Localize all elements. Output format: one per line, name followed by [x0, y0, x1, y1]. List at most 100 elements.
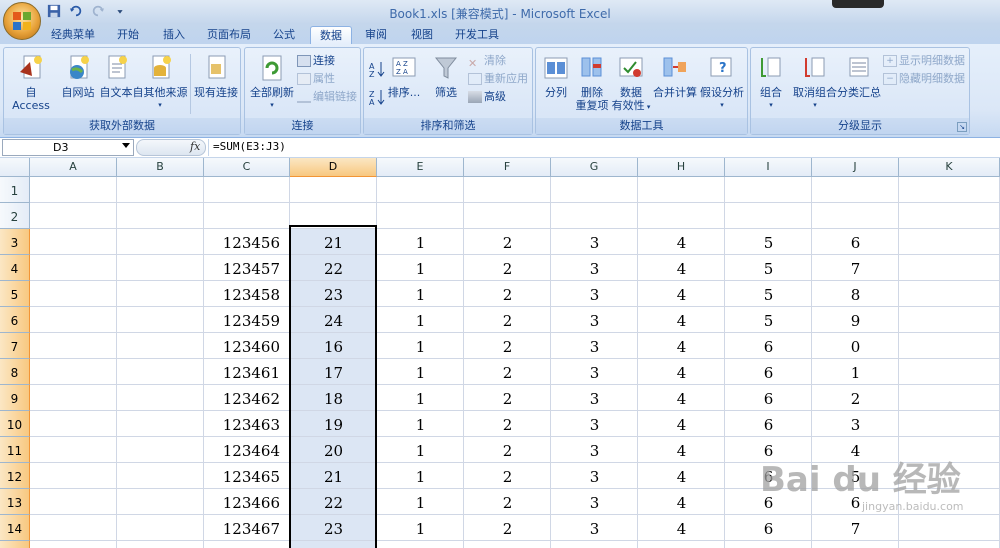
cell-g5[interactable]: 3	[551, 281, 638, 307]
reapply-button[interactable]: 重新应用	[468, 70, 528, 87]
cell-f15[interactable]: 2	[464, 541, 551, 548]
advanced-filter-button[interactable]: 高级	[468, 88, 506, 105]
cell-g7[interactable]: 3	[551, 333, 638, 359]
row-header[interactable]: 4	[0, 255, 30, 281]
cell-h15[interactable]: 4	[638, 541, 725, 548]
cell-f4[interactable]: 2	[464, 255, 551, 281]
name-box-dropdown-icon[interactable]	[122, 143, 130, 148]
column-header-b[interactable]: B	[117, 158, 204, 177]
cell-f3[interactable]: 2	[464, 229, 551, 255]
cell-c8[interactable]: 123461	[204, 359, 280, 385]
cell-j4[interactable]: 7	[812, 255, 899, 281]
cell-h5[interactable]: 4	[638, 281, 725, 307]
cell-g12[interactable]: 3	[551, 463, 638, 489]
column-header-a[interactable]: A	[30, 158, 117, 177]
cell-g15[interactable]: 3	[551, 541, 638, 548]
cell-h11[interactable]: 4	[638, 437, 725, 463]
cell-f13[interactable]: 2	[464, 489, 551, 515]
row-header[interactable]: 10	[0, 411, 30, 437]
cell-c15[interactable]: 123468	[204, 541, 280, 548]
from-other-sources-button[interactable]: 自其他来源 ▾	[132, 54, 188, 112]
refresh-all-button[interactable]: 全部刷新 ▾	[247, 54, 297, 112]
row-header[interactable]: 13	[0, 489, 30, 515]
tab-data[interactable]: 数据	[310, 26, 352, 44]
cell-e4[interactable]: 1	[377, 255, 464, 281]
filter-button[interactable]: 筛选	[428, 54, 464, 99]
cell-c11[interactable]: 123464	[204, 437, 280, 463]
formula-input[interactable]: =SUM(E3:J3)	[208, 139, 1000, 156]
existing-connections-button[interactable]: 现有连接	[192, 54, 240, 99]
cell-f9[interactable]: 2	[464, 385, 551, 411]
edit-links-button[interactable]: 编辑链接	[297, 88, 357, 105]
cell-j3[interactable]: 6	[812, 229, 899, 255]
cell-f5[interactable]: 2	[464, 281, 551, 307]
cell-g6[interactable]: 3	[551, 307, 638, 333]
column-header-d[interactable]: D	[290, 158, 377, 177]
clear-filter-button[interactable]: ✕ 清除	[468, 52, 506, 70]
row-header[interactable]: 11	[0, 437, 30, 463]
cell-f6[interactable]: 2	[464, 307, 551, 333]
connections-button[interactable]: 连接	[297, 52, 335, 69]
cell-c10[interactable]: 123463	[204, 411, 280, 437]
window-controls[interactable]	[832, 0, 884, 8]
sort-button[interactable]: A ZZ A 排序...	[386, 54, 422, 99]
cell-g11[interactable]: 3	[551, 437, 638, 463]
cell-c6[interactable]: 123459	[204, 307, 280, 333]
cell-g9[interactable]: 3	[551, 385, 638, 411]
row-header[interactable]: 5	[0, 281, 30, 307]
group-button[interactable]: 组合 ▾	[753, 54, 789, 112]
cell-h9[interactable]: 4	[638, 385, 725, 411]
cell-j6[interactable]: 9	[812, 307, 899, 333]
cell-c3[interactable]: 123456	[204, 229, 280, 255]
column-header-c[interactable]: C	[204, 158, 290, 177]
properties-button[interactable]: 属性	[297, 70, 335, 87]
data-validation-button[interactable]: 数据 有效性 ▾	[610, 54, 652, 114]
tab-view[interactable]: 视图	[402, 26, 442, 44]
cell-g4[interactable]: 3	[551, 255, 638, 281]
cell-e14[interactable]: 1	[377, 515, 464, 541]
cell-h8[interactable]: 4	[638, 359, 725, 385]
from-access-button[interactable]: 自 Access	[6, 54, 56, 112]
row-header[interactable]: 14	[0, 515, 30, 541]
cell-h7[interactable]: 4	[638, 333, 725, 359]
cell-i7[interactable]: 6	[725, 333, 812, 359]
cell-i15[interactable]: 6	[725, 541, 812, 548]
cell-e7[interactable]: 1	[377, 333, 464, 359]
cell-f12[interactable]: 2	[464, 463, 551, 489]
sort-descending-button[interactable]: ZA	[368, 88, 386, 107]
tab-review[interactable]: 审阅	[356, 26, 396, 44]
cell-h3[interactable]: 4	[638, 229, 725, 255]
dialog-launcher-icon[interactable]: ↘	[957, 122, 967, 132]
column-header-e[interactable]: E	[377, 158, 464, 177]
cell-i6[interactable]: 5	[725, 307, 812, 333]
cell-h6[interactable]: 4	[638, 307, 725, 333]
cell-c14[interactable]: 123467	[204, 515, 280, 541]
row-header[interactable]: 2	[0, 203, 30, 229]
cell-j7[interactable]: 0	[812, 333, 899, 359]
column-header-j[interactable]: J	[812, 158, 899, 177]
cell-e8[interactable]: 1	[377, 359, 464, 385]
from-text-button[interactable]: 自文本	[96, 54, 136, 99]
what-if-analysis-button[interactable]: ? 假设分析 ▾	[698, 54, 746, 112]
show-detail-button[interactable]: + 显示明细数据	[883, 52, 965, 69]
cell-j14[interactable]: 7	[812, 515, 899, 541]
tab-formulas[interactable]: 公式	[264, 26, 304, 44]
column-header-f[interactable]: F	[464, 158, 551, 177]
cell-f11[interactable]: 2	[464, 437, 551, 463]
cell-h14[interactable]: 4	[638, 515, 725, 541]
text-to-columns-button[interactable]: 分列	[538, 54, 574, 99]
row-header[interactable]: 7	[0, 333, 30, 359]
cell-j5[interactable]: 8	[812, 281, 899, 307]
cell-h12[interactable]: 4	[638, 463, 725, 489]
hide-detail-button[interactable]: − 隐藏明细数据	[883, 70, 965, 87]
consolidate-button[interactable]: 合并计算	[652, 54, 698, 99]
tab-insert[interactable]: 插入	[154, 26, 194, 44]
cell-e11[interactable]: 1	[377, 437, 464, 463]
cell-f8[interactable]: 2	[464, 359, 551, 385]
insert-function-icon[interactable]: fx	[190, 140, 200, 153]
cell-e10[interactable]: 1	[377, 411, 464, 437]
office-button[interactable]	[3, 2, 41, 40]
cell-c7[interactable]: 123460	[204, 333, 280, 359]
cell-i14[interactable]: 6	[725, 515, 812, 541]
tab-page-layout[interactable]: 页面布局	[202, 26, 256, 44]
